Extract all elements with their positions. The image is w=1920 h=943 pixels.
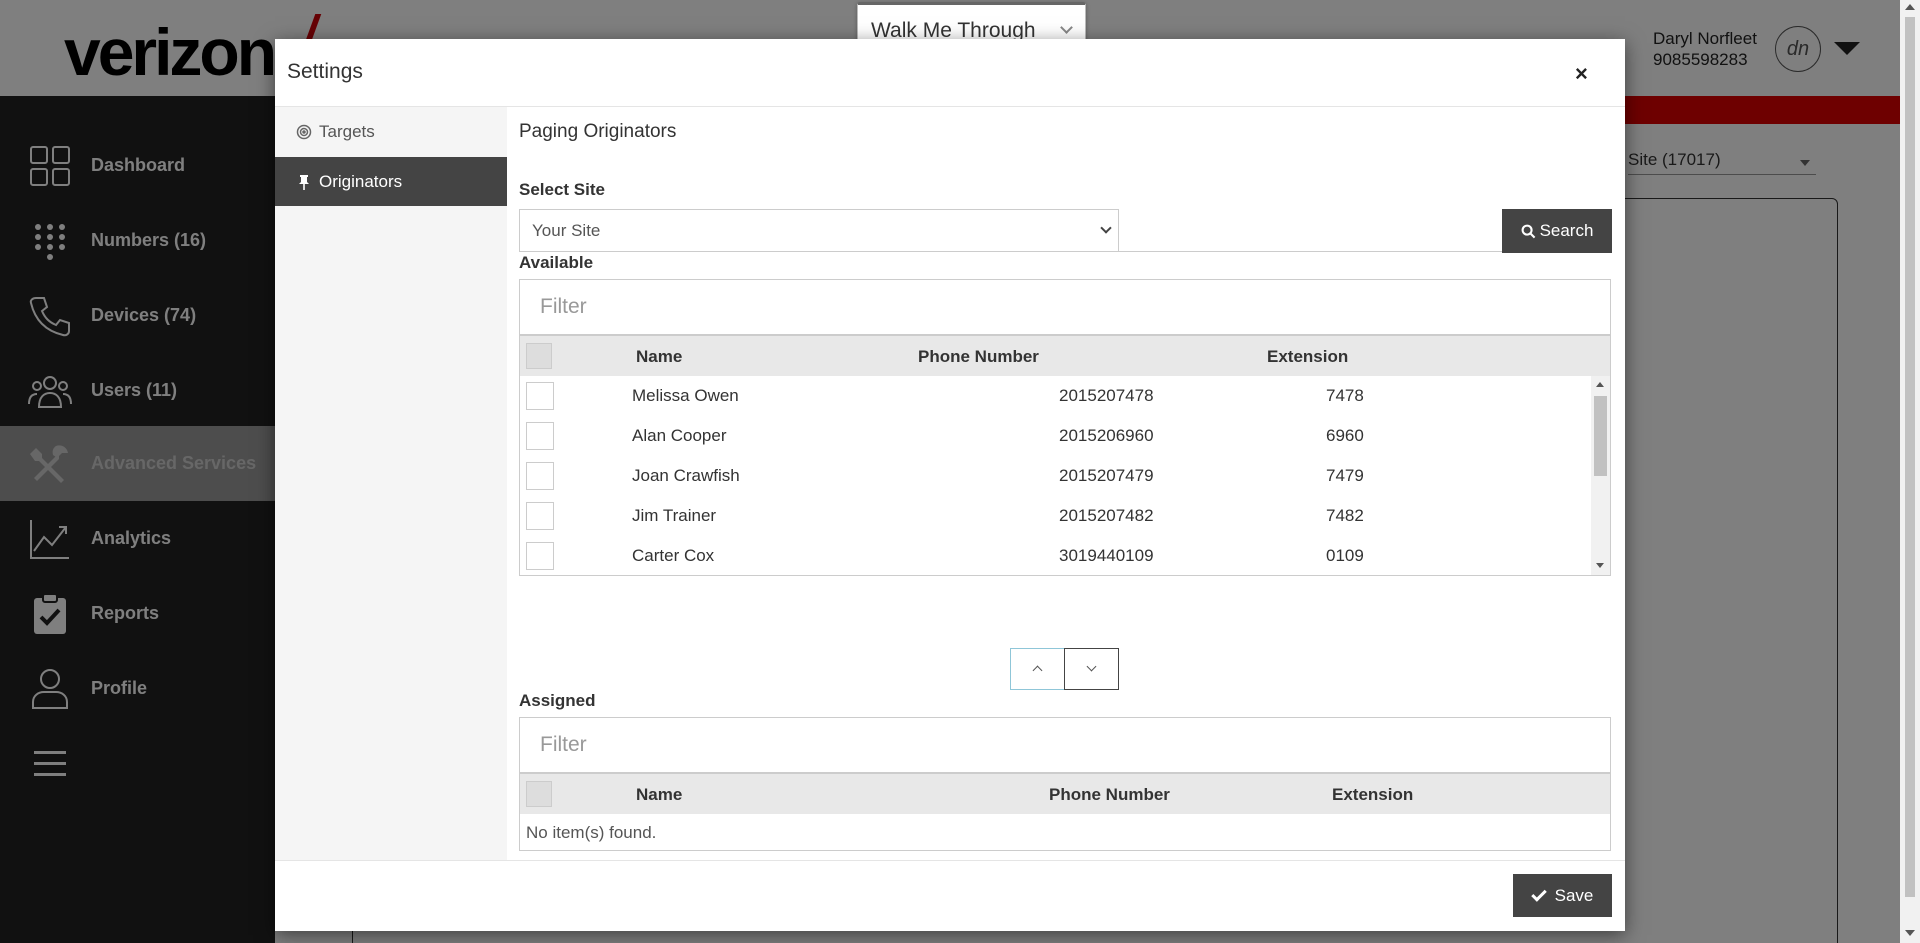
- cell-extension: 7478: [1326, 386, 1364, 405]
- cell-phone: 3019440109: [1059, 546, 1154, 565]
- chevron-down-icon: [1086, 661, 1097, 672]
- cell-extension: 7482: [1326, 506, 1364, 525]
- cell-phone: 2015207479: [1059, 466, 1154, 485]
- modal-footer-divider: [275, 860, 1625, 861]
- search-button[interactable]: Search: [1502, 209, 1612, 253]
- row-checkbox[interactable]: [526, 382, 554, 410]
- save-button-label: Save: [1554, 885, 1594, 905]
- row-checkbox[interactable]: [526, 502, 554, 530]
- select-site-value: Your Site: [532, 221, 601, 240]
- page-scrollbar[interactable]: [1900, 0, 1920, 943]
- available-grid-header: Name Phone Number Extension: [520, 336, 1610, 376]
- scroll-thumb[interactable]: [1905, 17, 1915, 897]
- settings-nav-label: Targets: [319, 121, 375, 141]
- cell-extension: 0109: [1326, 546, 1364, 565]
- column-header-phone[interactable]: Phone Number: [918, 347, 1039, 367]
- section-title: Paging Originators: [519, 121, 677, 142]
- pin-icon: [299, 174, 309, 190]
- settings-nav: Targets Originators: [275, 107, 507, 860]
- row-checkbox[interactable]: [526, 422, 554, 450]
- row-checkbox[interactable]: [526, 542, 554, 570]
- cell-extension: 6960: [1326, 426, 1364, 445]
- column-header-name[interactable]: Name: [636, 785, 682, 805]
- settings-nav-label: Originators: [319, 171, 403, 191]
- close-icon[interactable]: ×: [1575, 61, 1588, 87]
- table-row[interactable]: Carter Cox 3019440109 0109: [520, 536, 1590, 576]
- move-up-button[interactable]: [1010, 648, 1065, 690]
- column-header-extension[interactable]: Extension: [1332, 785, 1413, 805]
- select-all-checkbox[interactable]: [526, 781, 552, 807]
- assigned-filter-input[interactable]: [519, 717, 1611, 773]
- cell-name: Jim Trainer: [632, 506, 717, 525]
- save-button[interactable]: Save: [1513, 874, 1612, 917]
- column-header-extension[interactable]: Extension: [1267, 347, 1348, 367]
- cell-phone: 2015207478: [1059, 386, 1154, 405]
- scroll-up-arrow-icon[interactable]: [1905, 4, 1915, 10]
- cell-phone: 2015206960: [1059, 426, 1154, 445]
- settings-modal: Settings × Targets Originators Paging Or…: [275, 39, 1625, 931]
- grid-scrollbar[interactable]: [1591, 376, 1610, 575]
- modal-title: Settings: [287, 60, 363, 83]
- cell-phone: 2015207482: [1059, 506, 1154, 525]
- scroll-down-arrow-icon[interactable]: [1596, 563, 1604, 568]
- table-row[interactable]: Alan Cooper 2015206960 6960: [520, 416, 1590, 456]
- move-down-button[interactable]: [1064, 648, 1119, 690]
- select-site-dropdown[interactable]: Your Site: [519, 209, 1119, 252]
- row-checkbox[interactable]: [526, 462, 554, 490]
- cell-extension: 7479: [1326, 466, 1364, 485]
- scroll-thumb[interactable]: [1594, 396, 1607, 476]
- chevron-down-icon: [1100, 222, 1112, 234]
- assigned-grid-header: Name Phone Number Extension: [520, 774, 1610, 814]
- scroll-down-arrow-icon[interactable]: [1905, 930, 1915, 936]
- target-icon: [296, 124, 312, 139]
- cell-name: Carter Cox: [632, 546, 715, 565]
- cell-name: Melissa Owen: [632, 386, 739, 405]
- chevron-down-icon: [1060, 21, 1073, 34]
- select-site-label: Select Site: [519, 180, 605, 199]
- available-filter-input[interactable]: [519, 279, 1611, 335]
- settings-nav-targets[interactable]: Targets: [275, 107, 507, 156]
- cell-name: Alan Cooper: [632, 426, 727, 445]
- table-row[interactable]: Jim Trainer 2015207482 7482: [520, 496, 1590, 536]
- checkmark-icon: [1530, 885, 1547, 902]
- available-label: Available: [519, 253, 594, 272]
- column-header-phone[interactable]: Phone Number: [1049, 785, 1170, 805]
- column-header-name[interactable]: Name: [636, 347, 682, 367]
- select-all-checkbox[interactable]: [526, 343, 552, 369]
- empty-message: No item(s) found.: [526, 823, 657, 842]
- search-icon: [1521, 224, 1535, 238]
- assigned-label: Assigned: [519, 691, 596, 710]
- table-row[interactable]: Melissa Owen 2015207478 7478: [520, 376, 1590, 416]
- settings-nav-originators[interactable]: Originators: [275, 157, 507, 206]
- table-row[interactable]: Joan Crawfish 2015207479 7479: [520, 456, 1590, 496]
- available-grid: Name Phone Number Extension Melissa Owen…: [519, 335, 1611, 576]
- chevron-up-icon: [1032, 665, 1043, 676]
- search-button-label: Search: [1539, 221, 1594, 240]
- scroll-up-arrow-icon[interactable]: [1596, 382, 1604, 387]
- assigned-grid: Name Phone Number Extension No item(s) f…: [519, 773, 1611, 851]
- cell-name: Joan Crawfish: [632, 466, 740, 485]
